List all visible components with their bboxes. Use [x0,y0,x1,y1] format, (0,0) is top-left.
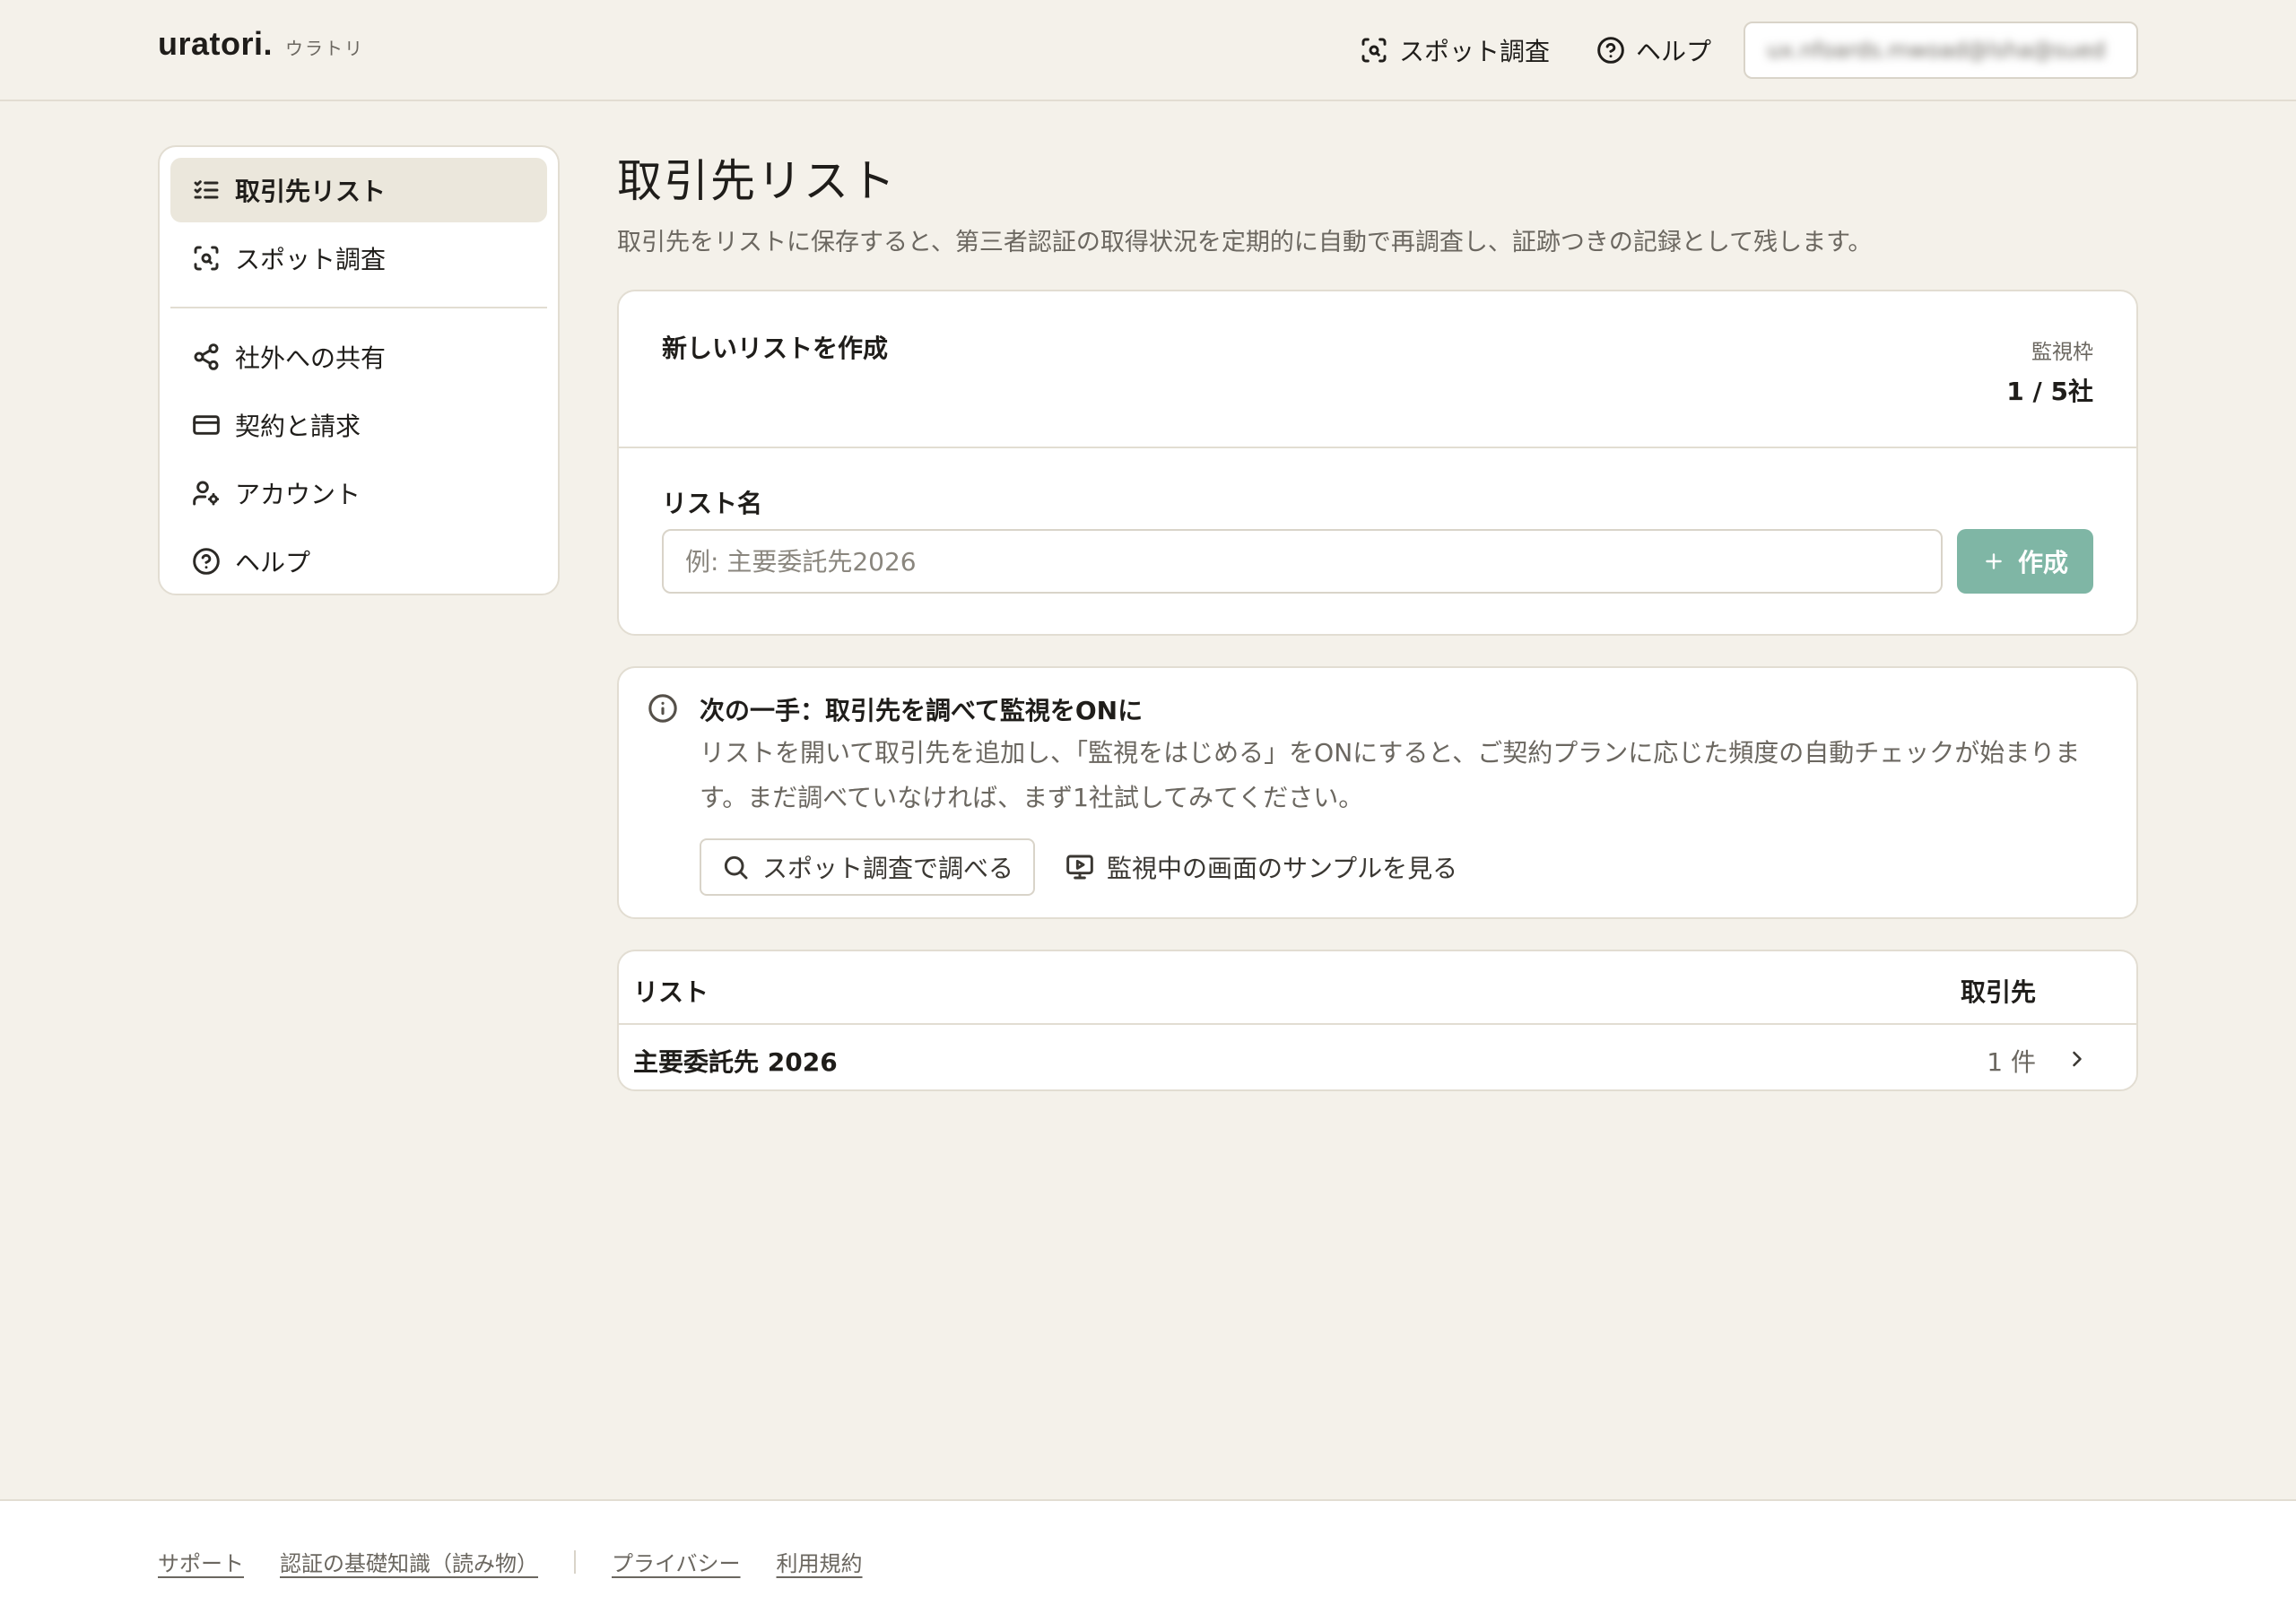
share-icon [192,343,221,371]
header-nav: スポット調査 ヘルプ ux.nfoards.mwoad@lsha@sued [1360,22,2138,79]
sidebar-item-billing[interactable]: 契約と請求 [170,393,547,457]
footer-link-privacy[interactable]: プライバシー [612,1546,741,1577]
footer-link-terms[interactable]: 利用規約 [777,1546,863,1577]
credit-card-icon [192,411,221,439]
page-title: 取引先リスト [617,155,897,207]
footer-divider [574,1549,576,1574]
next-step-title: 次の一手：取引先を調べて監視をONに [700,696,1144,725]
sidebar-item-label: 契約と請求 [235,412,361,441]
footer-link-basics[interactable]: 認証の基礎知識（読み物） [280,1546,538,1577]
client-count-cell: 1 件 [1987,1047,2036,1077]
spot-search-button[interactable]: スポット調査で調べる [700,838,1036,896]
lists-table: リスト 取引先 主要委託先 2026 1 件 [617,950,2138,1091]
create-list-button[interactable]: 作成 [1957,529,2093,594]
create-list-header: 新しいリストを作成 監視枠 1 / 5社 [619,291,2136,448]
sidebar-item-label: 社外への共有 [235,343,387,373]
sidebar-divider [170,307,547,308]
brand-kana: ウラトリ [285,38,365,59]
sidebar-item-label: スポット調査 [235,245,387,274]
help-circle-icon [1596,36,1625,65]
header-spot-link[interactable]: スポット調査 [1360,32,1550,68]
sidebar-item-help[interactable]: ヘルプ [170,529,547,594]
sidebar-item-client-list[interactable]: 取引先リスト [170,158,547,222]
sidebar-item-label: 取引先リスト [235,177,387,206]
main-content: 取引先リスト 取引先をリストに保存すると、第三者認証の取得状況を定期的に自動で再… [617,145,2138,1091]
create-list-form: リスト名 作成 [619,448,2136,636]
plus-icon [1982,550,2005,573]
sidebar-item-account[interactable]: アカウント [170,461,547,525]
header-help-link[interactable]: ヘルプ [1596,32,1711,68]
sidebar-item-spot-search[interactable]: スポット調査 [170,226,547,291]
view-sample-label: 監視中の画面のサンプルを見る [1107,854,1458,883]
brand-name: uratori. [158,25,274,62]
sidebar: 取引先リスト スポット調査 社外への共有 契約と請求 アカウント ヘルプ [158,145,560,595]
column-header-list: リスト [633,977,709,1007]
info-icon [648,693,678,724]
sidebar-item-share[interactable]: 社外への共有 [170,325,547,389]
monitor-play-icon [1065,853,1094,881]
table-header: リスト 取引先 [619,951,2136,1025]
create-list-card: 新しいリストを作成 監視枠 1 / 5社 リスト名 作成 [617,290,2138,636]
next-step-actions: スポット調査で調べる 監視中の画面のサンプルを見る [700,838,1457,896]
footer-link-support[interactable]: サポート [158,1546,244,1577]
next-step-card: 次の一手：取引先を調べて監視をONに リストを開いて取引先を追加し、「監視をはじ… [617,666,2138,919]
footer: サポート 認証の基礎知識（読み物） プライバシー 利用規約 [0,1499,2296,1614]
user-settings-icon [192,479,221,508]
create-list-title: 新しいリストを作成 [662,334,889,363]
brand-logo[interactable]: uratori. ウラトリ [158,25,364,63]
page-description: 取引先をリストに保存すると、第三者認証の取得状況を定期的に自動で再調査し、証跡つ… [617,229,1873,256]
header-spot-label: スポット調査 [1398,37,1550,66]
account-menu[interactable]: ux.nfoards.mwoad@lsha@sued [1744,22,2138,79]
table-row[interactable]: 主要委託先 2026 1 件 [619,1025,2136,1089]
list-name-cell: 主要委託先 2026 [633,1047,838,1077]
sidebar-item-label: ヘルプ [235,548,311,577]
search-icon [721,853,750,881]
list-name-input[interactable] [662,529,1943,594]
quota-value: 1 / 5社 [2006,377,2093,406]
spot-search-button-label: スポット調査で調べる [762,854,1014,883]
column-header-clients: 取引先 [1960,977,2036,1007]
create-button-label: 作成 [2017,548,2068,577]
header-help-label: ヘルプ [1635,37,1711,66]
next-step-body: リストを開いて取引先を追加し、「監視をはじめる」をONにすると、ご契約プランに応… [700,738,2081,812]
view-sample-button[interactable]: 監視中の画面のサンプルを見る [1065,849,1457,885]
scan-search-icon [1360,36,1388,65]
footer-links: サポート 認証の基礎知識（読み物） プライバシー 利用規約 [158,1546,863,1577]
help-circle-icon [192,547,221,576]
top-header: uratori. ウラトリ スポット調査 ヘルプ ux.nfoards.mwoa… [0,0,2296,101]
chevron-right-icon [2065,1046,2090,1072]
scan-search-icon [192,244,221,273]
sidebar-item-label: アカウント [235,480,361,509]
monitor-quota: 監視枠 1 / 5社 [2006,334,2093,408]
account-email: ux.nfoards.mwoad@lsha@sued [1767,38,2106,63]
list-name-label: リスト名 [662,489,763,518]
quota-label: 監視枠 [2031,341,2093,364]
checklist-icon [192,176,221,204]
